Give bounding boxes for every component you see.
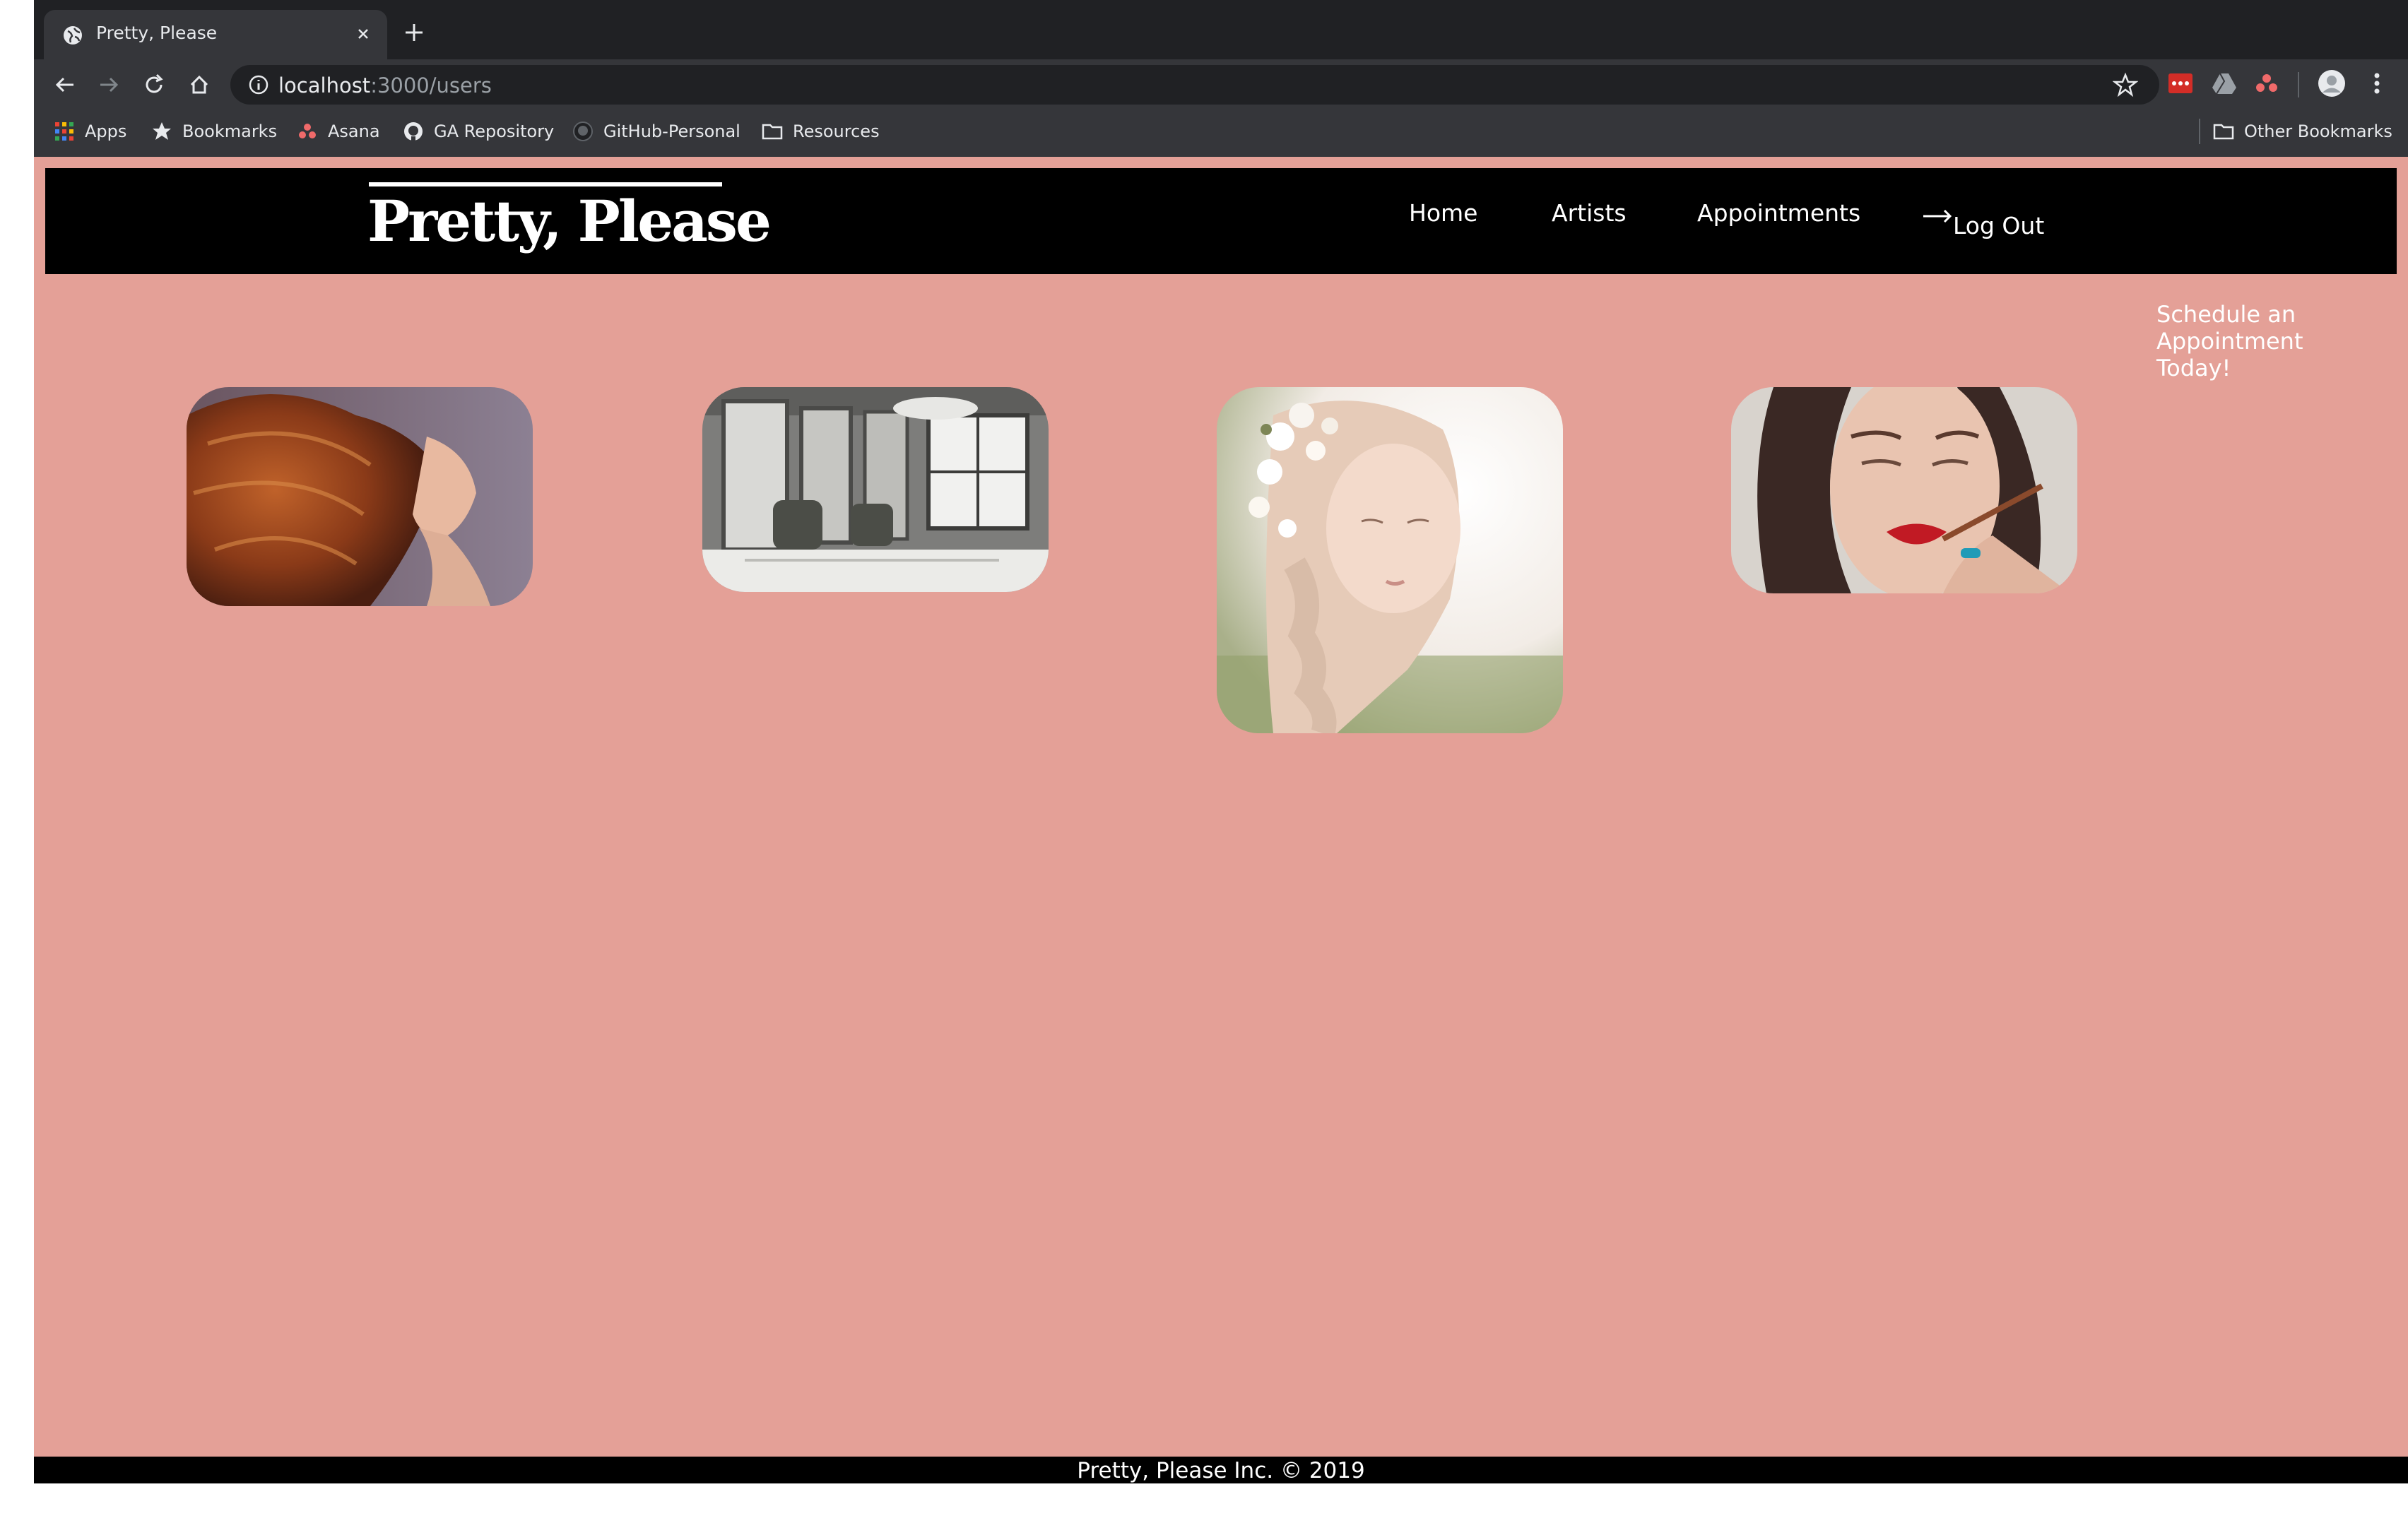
- url-text[interactable]: localhost:3000/users: [278, 73, 492, 97]
- nav-logout[interactable]: Log Out: [1953, 212, 2044, 239]
- salon-interior-photo: [702, 387, 1049, 592]
- url-path: :3000/users: [370, 73, 492, 97]
- reload-icon[interactable]: [140, 71, 168, 99]
- bookmarks-divider: [2199, 119, 2200, 144]
- lastpass-extension-icon[interactable]: [2166, 69, 2195, 97]
- drive-extension-icon[interactable]: [2210, 69, 2238, 97]
- bookmark-github-personal[interactable]: GitHub-Personal: [572, 117, 740, 146]
- tab-title: Pretty, Please: [96, 23, 218, 43]
- schedule-appointment-link[interactable]: Schedule an Appointment Today!: [2156, 301, 2383, 381]
- folder-icon: [762, 124, 783, 140]
- red-hair-woman-photo: [187, 387, 533, 606]
- back-icon[interactable]: [51, 71, 79, 99]
- bookmark-star-icon[interactable]: [2113, 72, 2138, 97]
- nav-home[interactable]: Home: [1409, 199, 1477, 227]
- forward-icon[interactable]: [95, 71, 123, 99]
- nav-appointments[interactable]: Appointments: [1697, 199, 1860, 227]
- site-navbar: Pretty, Please Home Artists Appointments…: [45, 168, 2397, 274]
- toolbar-divider: [2298, 72, 2299, 97]
- info-icon[interactable]: [247, 73, 270, 96]
- github-icon: [573, 122, 593, 141]
- new-tab-icon[interactable]: [401, 20, 427, 45]
- bookmark-label: Asana: [328, 122, 380, 141]
- brand-underline: [369, 182, 722, 186]
- site-logo[interactable]: Pretty, Please: [367, 189, 772, 253]
- active-tab[interactable]: Pretty, Please: [44, 10, 387, 59]
- browser-chrome: Pretty, Please localhost:3000/users Apps…: [34, 0, 2408, 157]
- nav-artists[interactable]: Artists: [1552, 199, 1627, 227]
- url-host: localhost: [278, 73, 371, 97]
- bookmark-other-bookmarks[interactable]: Other Bookmarks: [2213, 117, 2392, 146]
- bookmark-label: GA Repository: [434, 122, 555, 141]
- close-tab-icon[interactable]: [352, 23, 374, 45]
- asana-extension-icon[interactable]: [2253, 69, 2281, 97]
- bookmark-ga-repository[interactable]: GA Repository: [403, 117, 554, 146]
- asana-icon: [299, 124, 316, 138]
- profile-avatar-icon[interactable]: [2318, 69, 2346, 97]
- makeup-photo: [1731, 387, 2077, 593]
- menu-kebab-icon[interactable]: [2363, 69, 2391, 97]
- folder-icon: [2213, 124, 2234, 140]
- arrow-right-icon: [1923, 209, 1952, 223]
- tab-strip: Pretty, Please: [34, 0, 2408, 59]
- site-footer: Pretty, Please Inc. © 2019: [34, 1457, 2408, 1483]
- bookmark-resources[interactable]: Resources: [762, 117, 880, 146]
- bookmark-label: GitHub-Personal: [603, 122, 740, 141]
- globe-icon: [64, 26, 82, 45]
- bookmark-label: Resources: [793, 122, 880, 141]
- address-bar[interactable]: localhost:3000/users: [230, 65, 2159, 105]
- home-icon[interactable]: [185, 71, 213, 99]
- bookmark-asana[interactable]: Asana: [297, 117, 380, 146]
- page: Pretty, Please Home Artists Appointments…: [34, 157, 2408, 1483]
- bookmark-label: Other Bookmarks: [2244, 122, 2392, 141]
- bookmark-bookmarks[interactable]: Bookmarks: [151, 117, 277, 146]
- bookmark-label: Apps: [85, 122, 127, 141]
- github-icon: [404, 122, 423, 141]
- browser-toolbar: localhost:3000/users: [34, 59, 2408, 109]
- bookmark-apps[interactable]: Apps: [54, 117, 126, 146]
- apps-grid-icon: [55, 122, 73, 141]
- star-icon: [153, 122, 171, 140]
- bookmarks-bar: Apps Bookmarks Asana GA Repository GitHu…: [34, 109, 2408, 157]
- flower-braid-photo: [1217, 387, 1563, 733]
- bookmark-label: Bookmarks: [182, 122, 278, 141]
